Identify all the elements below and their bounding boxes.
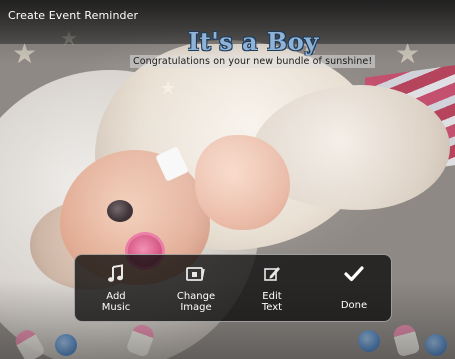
edit-text-button[interactable]: Edit Text bbox=[237, 255, 307, 323]
card-message[interactable]: Congratulations on your new bundle of su… bbox=[130, 55, 376, 68]
done-label: Done bbox=[340, 300, 368, 311]
add-music-label: Add Music bbox=[101, 291, 131, 313]
change-image-button[interactable]: Change Image bbox=[161, 255, 231, 323]
edit-text-label: Edit Text bbox=[261, 291, 283, 313]
checkmark-icon bbox=[342, 262, 366, 286]
music-note-icon bbox=[104, 262, 128, 286]
card-headline[interactable]: It's a Boy bbox=[188, 27, 319, 56]
window-title: Create Event Reminder bbox=[8, 9, 139, 22]
image-frame-icon bbox=[184, 262, 208, 286]
action-toolbar: Add Music Change Image Edit Text Done bbox=[74, 254, 392, 322]
edit-pencil-icon bbox=[260, 262, 284, 286]
change-image-label: Change Image bbox=[176, 291, 216, 313]
done-button[interactable]: Done bbox=[319, 255, 389, 323]
add-music-button[interactable]: Add Music bbox=[81, 255, 151, 323]
